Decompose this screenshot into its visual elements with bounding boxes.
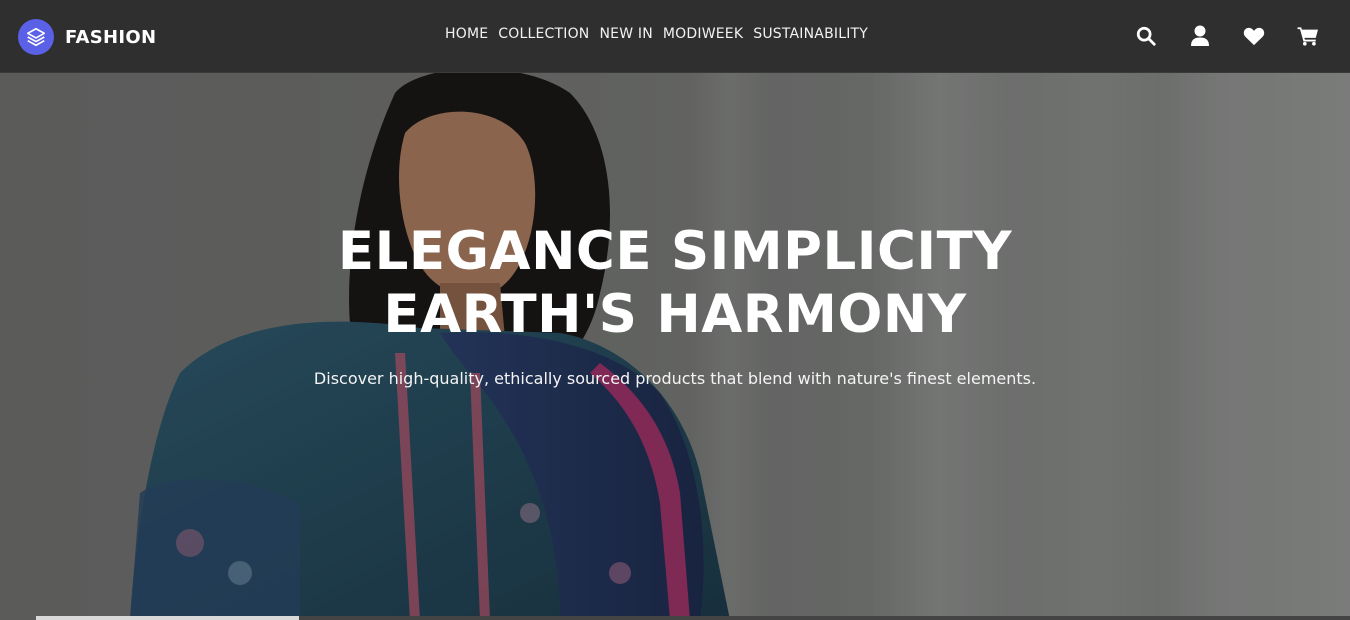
nav-link-new-in[interactable]: NEW IN	[599, 26, 652, 42]
hero-title-line-1: ELEGANCE SIMPLICITY	[337, 221, 1013, 282]
search-icon[interactable]	[1134, 24, 1158, 48]
nav-link-modiweek[interactable]: MODIWEEK	[663, 26, 743, 42]
hero-banner: ELEGANCE SIMPLICITY EARTH'S HARMONY Disc…	[0, 73, 1350, 620]
brand-name: FASHION	[65, 26, 157, 48]
nav-link-collection[interactable]: COLLECTION	[498, 26, 589, 42]
hero-content: ELEGANCE SIMPLICITY EARTH'S HARMONY Disc…	[0, 73, 1350, 620]
cart-icon[interactable]	[1296, 24, 1320, 48]
main-nav: HOME COLLECTION NEW IN MODIWEEK SUSTAINA…	[445, 26, 868, 42]
layers-icon	[18, 19, 54, 55]
slider-progress-fill	[36, 616, 299, 620]
nav-link-home[interactable]: HOME	[445, 26, 488, 42]
top-navbar: FASHION HOME COLLECTION NEW IN MODIWEEK …	[0, 0, 1350, 73]
brand-home-link[interactable]: FASHION	[18, 19, 156, 55]
heart-icon[interactable]	[1242, 24, 1266, 48]
hero-subtitle: Discover high-quality, ethically sourced…	[313, 369, 1037, 388]
slider-progress-track[interactable]	[36, 616, 1350, 620]
header-actions	[1134, 24, 1320, 48]
hero-title-line-2: EARTH'S HARMONY	[383, 284, 967, 345]
user-icon[interactable]	[1188, 24, 1212, 48]
nav-link-sustainability[interactable]: SUSTAINABILITY	[753, 26, 868, 42]
